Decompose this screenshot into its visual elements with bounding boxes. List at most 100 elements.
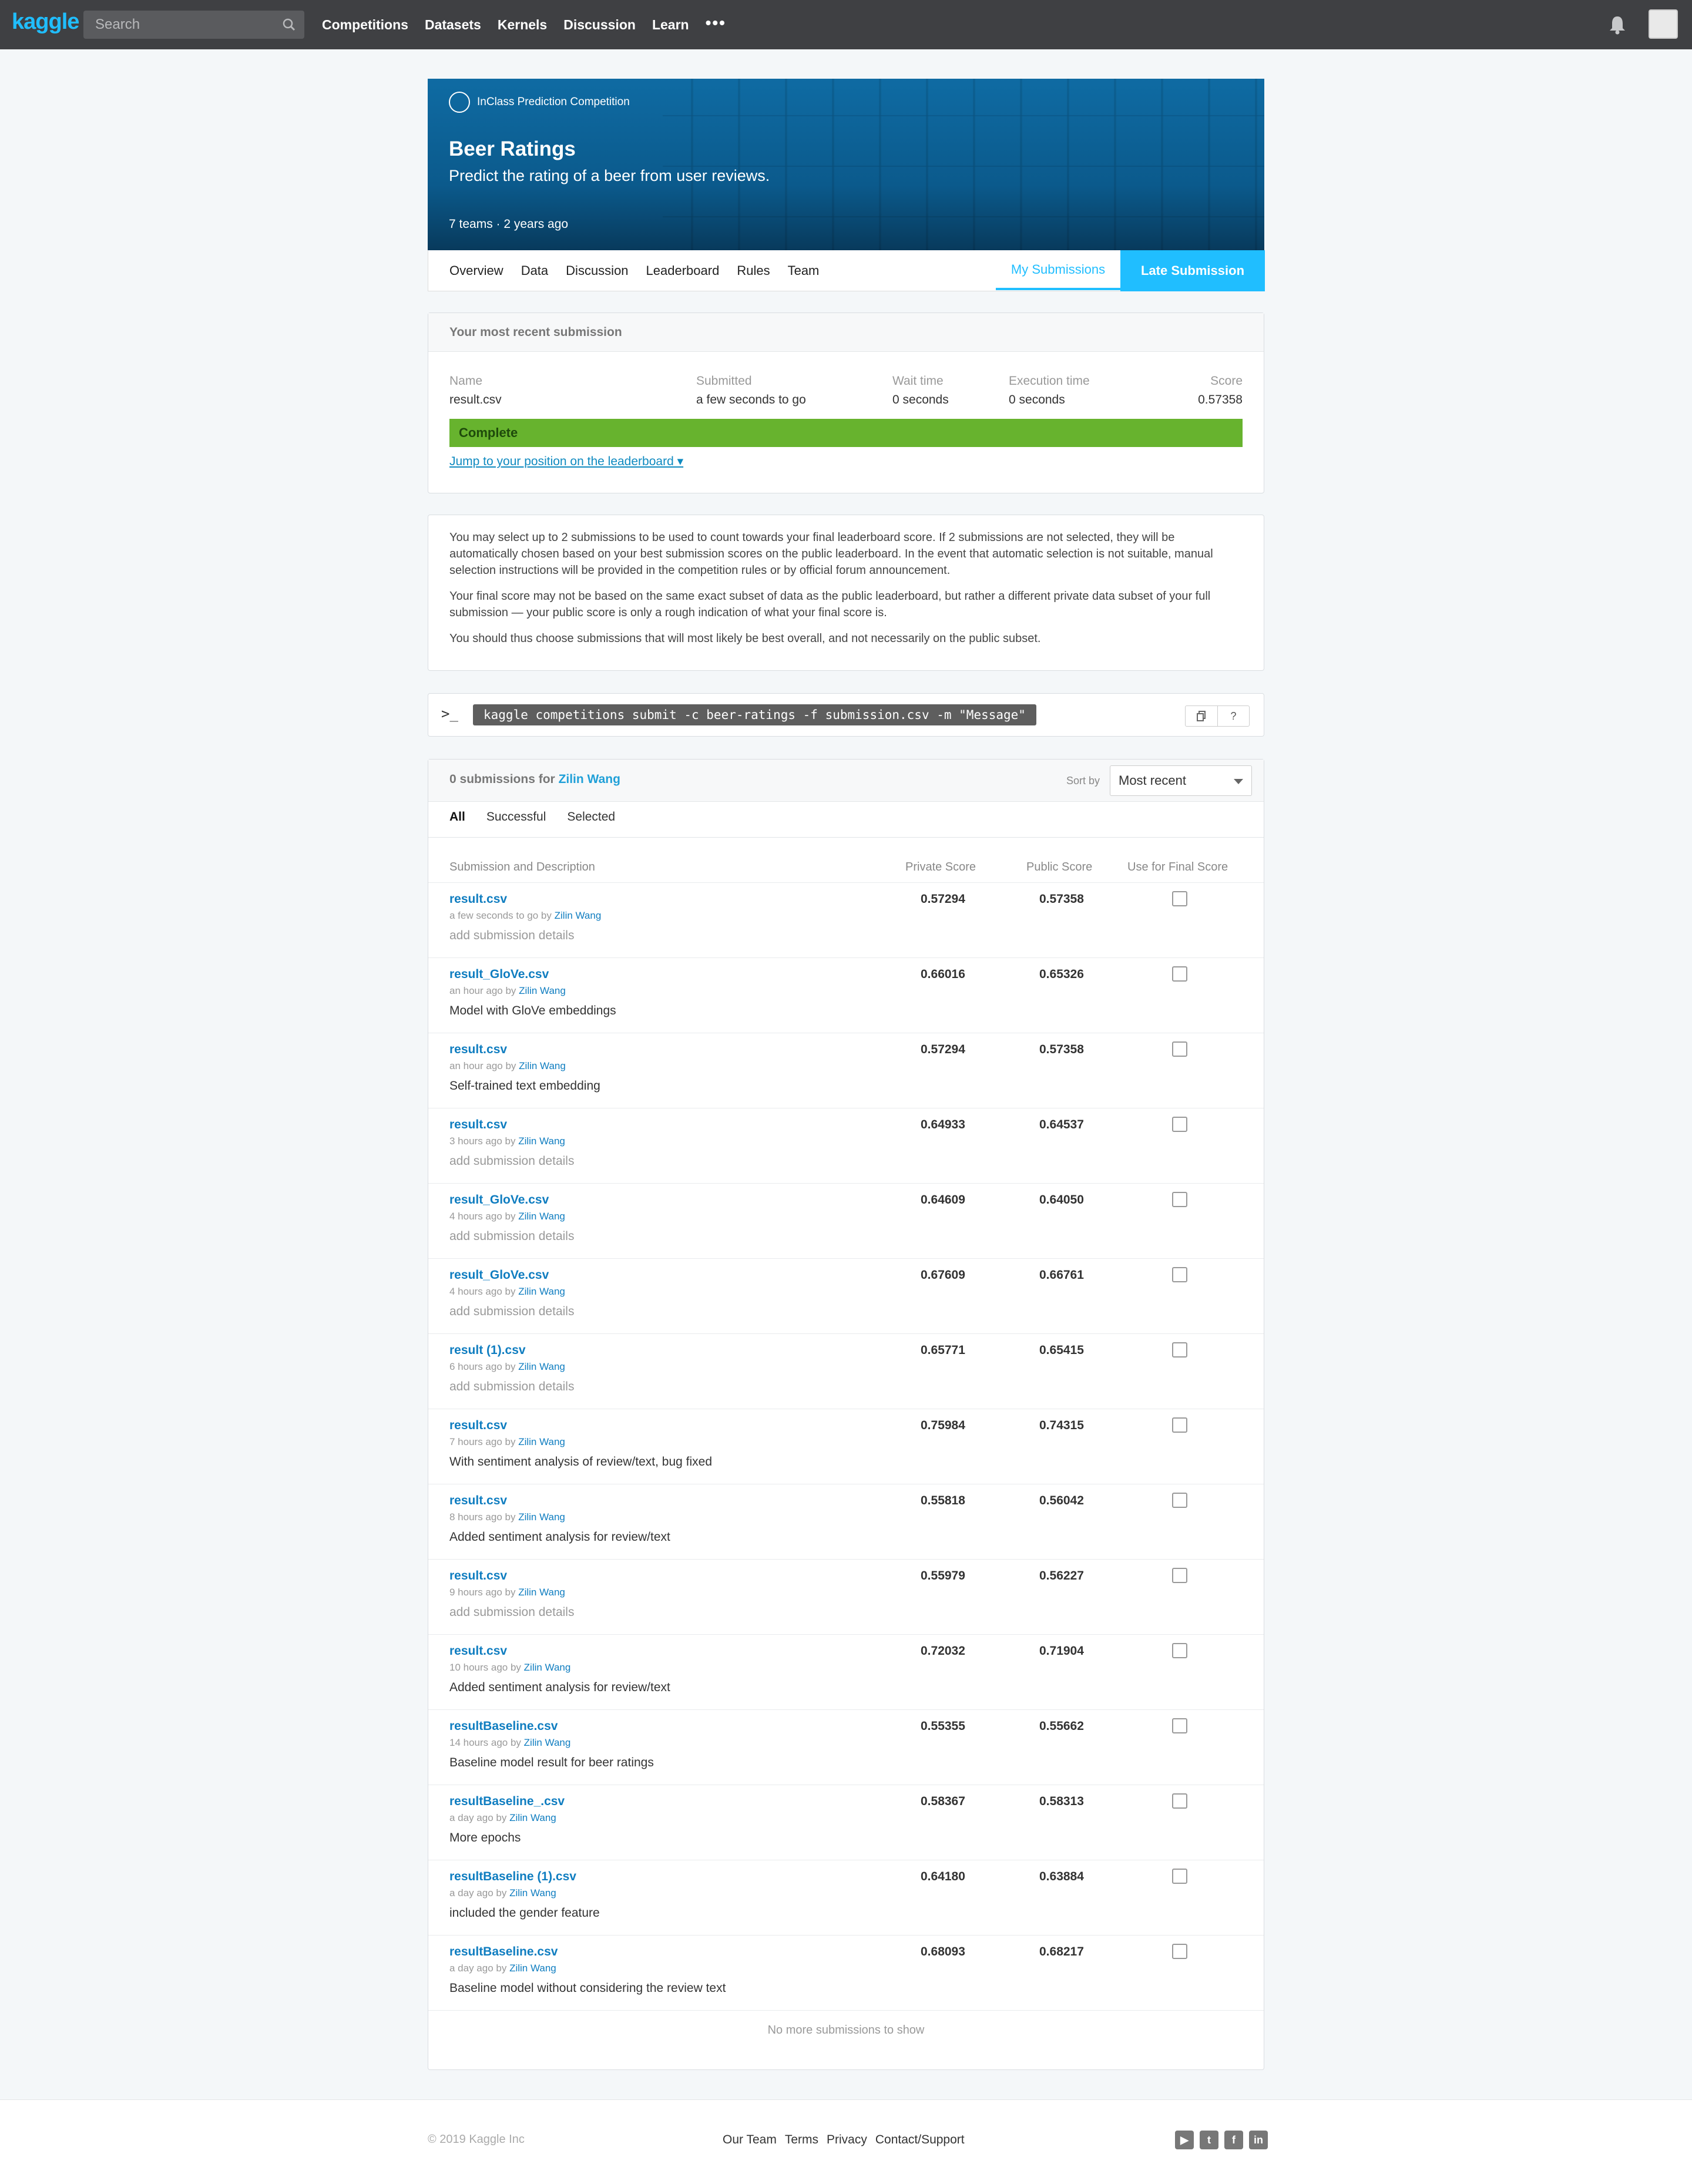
submission-author-link[interactable]: Zilin Wang <box>519 1060 566 1071</box>
final-score-checkbox[interactable] <box>1172 1869 1187 1884</box>
table-header: Submission and Description Private Score… <box>428 854 1264 883</box>
tab-leaderboard[interactable]: Leaderboard <box>646 263 720 278</box>
submission-file-link[interactable]: result.csv <box>449 1419 507 1433</box>
submission-author-link[interactable]: Zilin Wang <box>518 1361 565 1372</box>
more-menu-icon[interactable]: ••• <box>706 14 726 35</box>
copy-icon[interactable] <box>1186 706 1217 726</box>
submission-author-link[interactable]: Zilin Wang <box>555 910 602 921</box>
submission-author-link[interactable]: Zilin Wang <box>524 1737 571 1748</box>
filter-successful[interactable]: Successful <box>486 810 546 824</box>
submission-file-link[interactable]: resultBaseline (1).csv <box>449 1870 576 1884</box>
filter-selected[interactable]: Selected <box>567 810 615 824</box>
final-score-checkbox[interactable] <box>1172 1643 1187 1658</box>
competition-type-label: InClass Prediction Competition <box>477 96 630 108</box>
jump-to-leaderboard-link[interactable]: Jump to your position on the leaderboard… <box>449 454 683 469</box>
bell-icon[interactable] <box>1607 14 1627 35</box>
tab-overview[interactable]: Overview <box>449 263 503 278</box>
footer-link-privacy[interactable]: Privacy <box>827 2133 867 2147</box>
kaggle-logo[interactable]: kaggle <box>12 9 79 35</box>
table-row: result.csv 8 hours ago by Zilin Wang Added… <box>428 1484 1264 1560</box>
status-badge: Complete <box>449 419 1243 447</box>
final-score-checkbox[interactable] <box>1172 966 1187 982</box>
late-submission-button[interactable]: Late Submission <box>1120 250 1265 291</box>
nav-competitions[interactable]: Competitions <box>322 14 408 35</box>
submission-file-link[interactable]: resultBaseline_.csv <box>449 1795 565 1809</box>
submission-file-link[interactable]: result.csv <box>449 892 507 906</box>
submission-file-link[interactable]: result.csv <box>449 1644 507 1658</box>
final-score-checkbox[interactable] <box>1172 1493 1187 1508</box>
submission-description[interactable]: add submission details <box>449 1154 574 1168</box>
final-score-checkbox[interactable] <box>1172 1342 1187 1358</box>
footer-link-team[interactable]: Our Team <box>723 2133 777 2147</box>
submission-author-link[interactable]: Zilin Wang <box>518 1587 565 1598</box>
recent-score: Score 0.57358 <box>1157 374 1243 407</box>
submission-author-link[interactable]: Zilin Wang <box>518 1436 565 1447</box>
submission-user-link[interactable]: Zilin Wang <box>559 772 620 786</box>
final-score-checkbox[interactable] <box>1172 1944 1187 1959</box>
twitter-icon[interactable]: t <box>1200 2131 1218 2149</box>
final-score-checkbox[interactable] <box>1172 1568 1187 1583</box>
tab-my-submissions[interactable]: My Submissions <box>996 250 1120 290</box>
footer-link-terms[interactable]: Terms <box>785 2133 818 2147</box>
submission-file-link[interactable]: result (1).csv <box>449 1343 526 1358</box>
avatar[interactable] <box>1649 9 1678 39</box>
final-score-checkbox[interactable] <box>1172 1117 1187 1132</box>
submission-file-link[interactable]: result.csv <box>449 1569 507 1583</box>
final-score-checkbox[interactable] <box>1172 1718 1187 1733</box>
submission-author-link[interactable]: Zilin Wang <box>519 985 566 996</box>
final-score-checkbox[interactable] <box>1172 1192 1187 1207</box>
api-command[interactable]: kaggle competitions submit -c beer-ratin… <box>473 704 1036 725</box>
nav-learn[interactable]: Learn <box>652 14 689 35</box>
recent-submission-heading: Your most recent submission <box>428 313 1264 352</box>
help-icon[interactable]: ? <box>1217 706 1249 726</box>
submission-time: an hour ago by <box>449 1060 516 1071</box>
submission-file-link[interactable]: resultBaseline.csv <box>449 1719 558 1733</box>
final-score-checkbox[interactable] <box>1172 1267 1187 1282</box>
submission-author-link[interactable]: Zilin Wang <box>524 1662 571 1673</box>
sort-select[interactable]: Most recent <box>1110 765 1252 796</box>
submission-description[interactable]: add submission details <box>449 1605 574 1619</box>
submission-file-link[interactable]: result.csv <box>449 1494 507 1508</box>
search-icon[interactable] <box>281 16 297 33</box>
facebook-icon[interactable]: f <box>1224 2131 1243 2149</box>
submission-description[interactable]: add submission details <box>449 1229 574 1244</box>
final-score-checkbox[interactable] <box>1172 891 1187 906</box>
submission-file-link[interactable]: result.csv <box>449 1043 507 1057</box>
submission-file-link[interactable]: result_GloVe.csv <box>449 1268 549 1282</box>
public-score: 0.74315 <box>1039 1419 1084 1432</box>
tab-team[interactable]: Team <box>788 263 820 278</box>
submission-author-link[interactable]: Zilin Wang <box>518 1211 565 1222</box>
filter-all[interactable]: All <box>449 810 465 824</box>
submission-meta: a day ago by Zilin Wang <box>449 1812 556 1824</box>
final-score-checkbox[interactable] <box>1172 1793 1187 1809</box>
submission-file-link[interactable]: result_GloVe.csv <box>449 1193 549 1207</box>
nav-kernels[interactable]: Kernels <box>498 14 547 35</box>
submission-description[interactable]: add submission details <box>449 929 574 943</box>
tab-discussion[interactable]: Discussion <box>566 263 628 278</box>
search-input[interactable] <box>83 11 271 39</box>
submission-file-link[interactable]: result_GloVe.csv <box>449 967 549 982</box>
submission-file-link[interactable]: resultBaseline.csv <box>449 1945 558 1959</box>
youtube-icon[interactable]: ▶ <box>1175 2131 1194 2149</box>
submission-description: More epochs <box>449 1831 521 1844</box>
nav-discussion[interactable]: Discussion <box>563 14 636 35</box>
submission-author-link[interactable]: Zilin Wang <box>509 1887 556 1899</box>
submission-author-link[interactable]: Zilin Wang <box>518 1286 565 1297</box>
footer-link-contact[interactable]: Contact/Support <box>875 2133 965 2147</box>
nav-datasets[interactable]: Datasets <box>425 14 481 35</box>
competition-tabs: Overview Data Discussion Leaderboard Rul… <box>428 250 1265 291</box>
command-actions: ? <box>1185 705 1250 727</box>
submission-author-link[interactable]: Zilin Wang <box>509 1812 556 1823</box>
submission-author-link[interactable]: Zilin Wang <box>509 1963 556 1974</box>
submission-description[interactable]: add submission details <box>449 1305 574 1319</box>
submission-author-link[interactable]: Zilin Wang <box>518 1511 565 1523</box>
tab-rules[interactable]: Rules <box>737 263 770 278</box>
final-score-checkbox[interactable] <box>1172 1041 1187 1057</box>
final-score-checkbox[interactable] <box>1172 1417 1187 1433</box>
submission-author-link[interactable]: Zilin Wang <box>518 1135 565 1147</box>
linkedin-icon[interactable]: in <box>1249 2131 1268 2149</box>
tab-data[interactable]: Data <box>521 263 548 278</box>
submission-file-link[interactable]: result.csv <box>449 1118 507 1132</box>
recent-name: Name result.csv <box>449 374 502 407</box>
submission-description[interactable]: add submission details <box>449 1380 574 1394</box>
